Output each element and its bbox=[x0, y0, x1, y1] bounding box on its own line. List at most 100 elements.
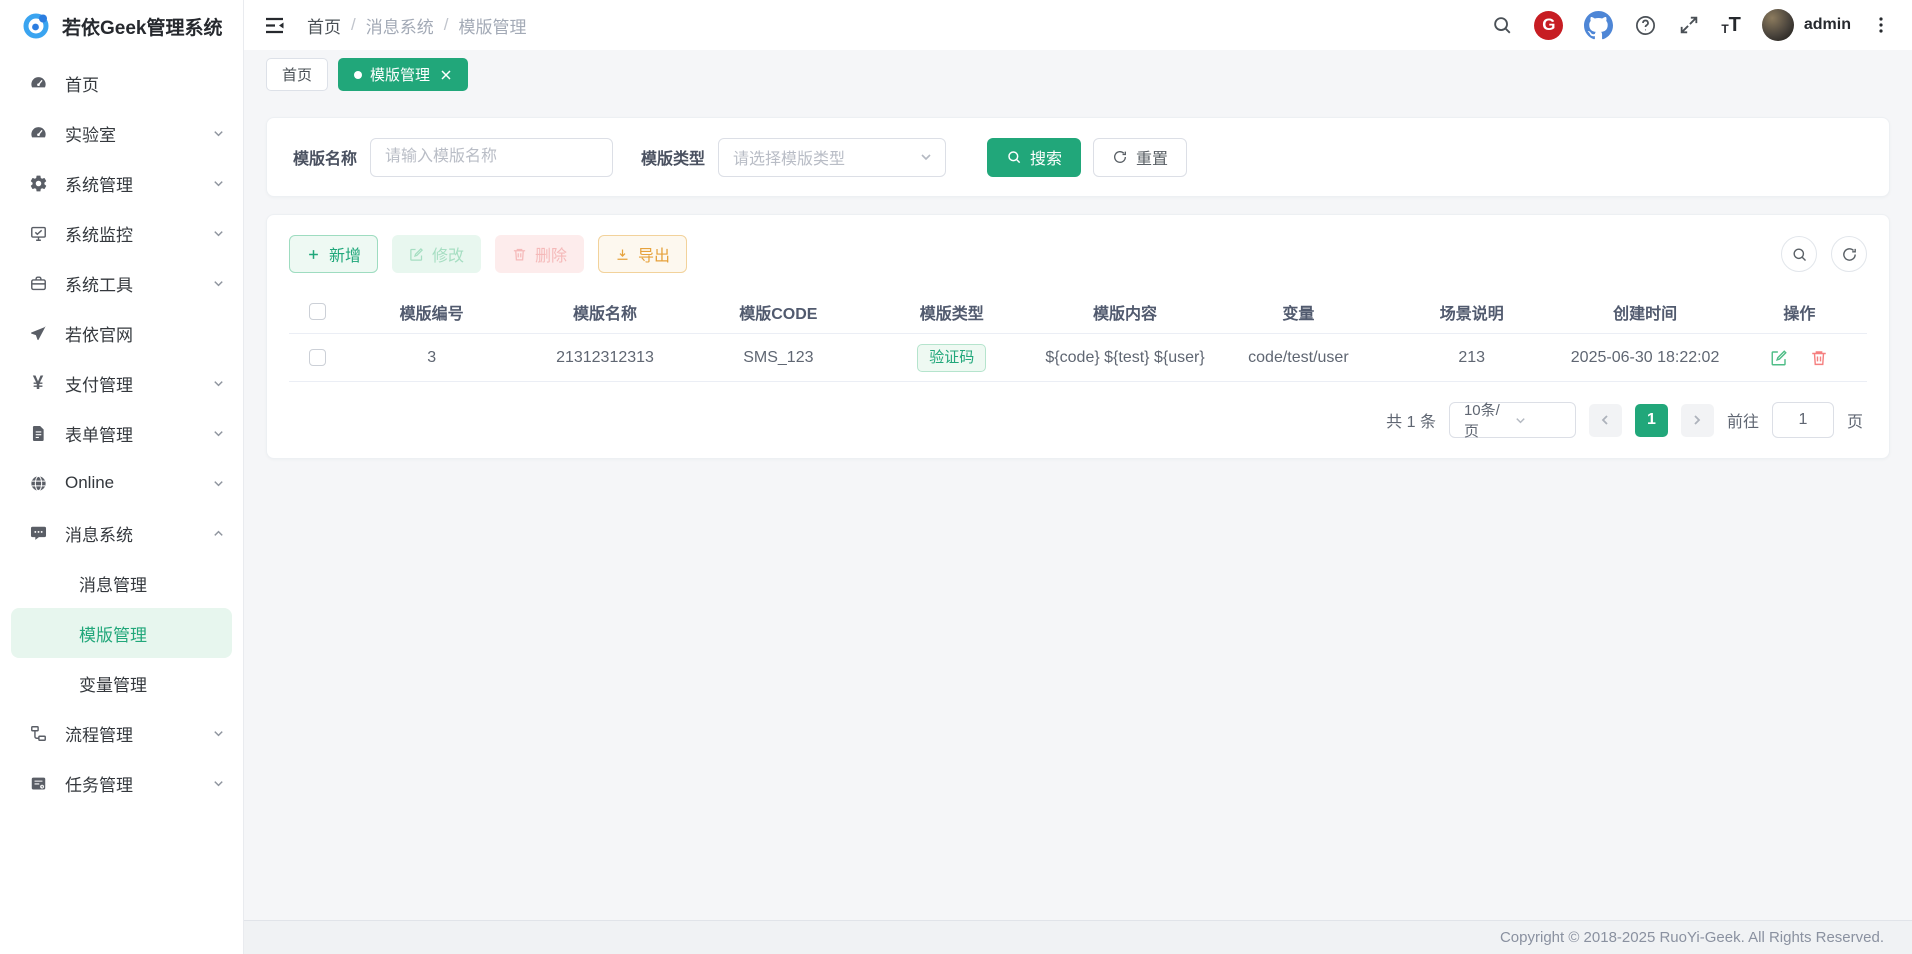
tag-home[interactable]: 首页 bbox=[266, 58, 328, 91]
page-size-select[interactable]: 10条/页 bbox=[1449, 402, 1576, 438]
sidebar-item-template-manage[interactable]: 模版管理 bbox=[11, 608, 232, 658]
table-toolbar: 新增 修改 删除 导出 bbox=[289, 235, 1867, 273]
sidebar-item-ruoyi-site[interactable]: 若依官网 bbox=[0, 308, 243, 358]
template-table: 模版编号 模版名称 模版CODE 模版类型 模版内容 变量 场景说明 创建时间 … bbox=[289, 290, 1867, 382]
sidebar-collapse-icon[interactable] bbox=[264, 15, 285, 36]
paper-plane-icon bbox=[28, 323, 48, 343]
logo-icon bbox=[22, 12, 50, 40]
gear-icon bbox=[28, 173, 48, 193]
next-page-button[interactable] bbox=[1681, 404, 1714, 437]
search-form-card: 模版名称 模版类型 请选择模版类型 搜索 bbox=[266, 117, 1890, 197]
footer: Copyright © 2018-2025 RuoYi-Geek. All Ri… bbox=[244, 920, 1912, 954]
username: admin bbox=[1804, 16, 1851, 34]
goto-label: 前往 bbox=[1727, 408, 1759, 432]
refresh-table-button[interactable] bbox=[1831, 236, 1867, 272]
modify-button[interactable]: 修改 bbox=[392, 235, 481, 273]
flow-icon bbox=[28, 723, 48, 743]
more-icon[interactable] bbox=[1872, 16, 1890, 34]
row-delete-icon[interactable] bbox=[1810, 349, 1828, 367]
workspace: 首页 模版管理 模版名称 模版类型 bbox=[244, 50, 1912, 920]
sidebar-item-message-system[interactable]: 消息系统 bbox=[0, 508, 243, 558]
copyright-text: Copyright © 2018-2025 RuoYi-Geek. All Ri… bbox=[1500, 929, 1884, 946]
reset-button[interactable]: 重置 bbox=[1093, 138, 1187, 177]
pagination: 共 1 条 10条/页 1 前往 页 bbox=[289, 382, 1867, 458]
avatar[interactable] bbox=[1762, 9, 1794, 41]
main-area: 首页 / 消息系统 / 模版管理 G bbox=[244, 0, 1912, 954]
sidebar-item-task-manage[interactable]: 任务管理 bbox=[0, 758, 243, 808]
sidebar-item-message-manage[interactable]: 消息管理 bbox=[0, 558, 243, 608]
breadcrumb-home[interactable]: 首页 bbox=[307, 13, 341, 38]
gauge-icon bbox=[28, 123, 48, 143]
search-button[interactable]: 搜索 bbox=[987, 138, 1081, 177]
template-type-select[interactable]: 请选择模版类型 bbox=[718, 138, 946, 177]
user-menu[interactable]: admin bbox=[1762, 9, 1851, 41]
chevron-down-icon bbox=[212, 277, 225, 290]
trash-icon bbox=[512, 247, 527, 262]
add-button[interactable]: 新增 bbox=[289, 235, 378, 273]
sidebar-item-lab[interactable]: 实验室 bbox=[0, 108, 243, 158]
app-logo[interactable]: 若依Geek管理系统 bbox=[0, 0, 243, 52]
select-all-checkbox[interactable] bbox=[309, 303, 326, 320]
breadcrumb-template-manage: 模版管理 bbox=[458, 13, 526, 38]
show-search-button[interactable] bbox=[1781, 236, 1817, 272]
delete-button[interactable]: 删除 bbox=[495, 235, 584, 273]
template-name-input[interactable] bbox=[370, 138, 613, 177]
prev-page-button[interactable] bbox=[1589, 404, 1622, 437]
goto-page-input[interactable] bbox=[1772, 402, 1834, 438]
sidebar-item-system-monitor[interactable]: 系统监控 bbox=[0, 208, 243, 258]
current-page-button[interactable]: 1 bbox=[1635, 404, 1668, 437]
fullscreen-icon[interactable] bbox=[1678, 14, 1700, 36]
refresh-icon bbox=[1112, 149, 1128, 165]
edit-icon bbox=[409, 247, 424, 262]
sidebar-item-variable-manage[interactable]: 变量管理 bbox=[0, 658, 243, 708]
breadcrumb: 首页 / 消息系统 / 模版管理 bbox=[307, 13, 526, 38]
sidebar-item-flow-manage[interactable]: 流程管理 bbox=[0, 708, 243, 758]
table-header-row: 模版编号 模版名称 模版CODE 模版类型 模版内容 变量 场景说明 创建时间 … bbox=[289, 290, 1867, 334]
chevron-down-icon bbox=[919, 150, 933, 164]
cell-created-at: 2025-06-30 18:22:02 bbox=[1558, 349, 1731, 367]
tags-view: 首页 模版管理 bbox=[266, 58, 1890, 91]
table-row: 3 21312312313 SMS_123 验证码 ${code} ${test… bbox=[289, 334, 1867, 382]
template-type-badge: 验证码 bbox=[917, 344, 986, 372]
gitee-icon[interactable]: G bbox=[1534, 11, 1563, 40]
chevron-down-icon bbox=[212, 227, 225, 240]
sidebar-menu: 首页 实验室 系统管理 系统监控 系统工具 bbox=[0, 52, 243, 808]
chevron-down-icon bbox=[212, 177, 225, 190]
row-checkbox[interactable] bbox=[309, 349, 326, 366]
sidebar-item-home[interactable]: 首页 bbox=[0, 58, 243, 108]
table-card: 新增 修改 删除 导出 bbox=[266, 214, 1890, 459]
page-unit-label: 页 bbox=[1847, 408, 1863, 432]
chevron-down-icon bbox=[1514, 414, 1565, 427]
search-icon[interactable] bbox=[1491, 14, 1513, 36]
sidebar-item-system-admin[interactable]: 系统管理 bbox=[0, 158, 243, 208]
active-dot bbox=[354, 71, 362, 79]
chevron-down-icon bbox=[212, 427, 225, 440]
download-icon bbox=[615, 247, 630, 262]
help-icon[interactable] bbox=[1634, 14, 1657, 37]
close-icon[interactable] bbox=[440, 69, 452, 81]
sidebar-item-forms[interactable]: 表单管理 bbox=[0, 408, 243, 458]
chevron-down-icon bbox=[212, 477, 225, 490]
row-edit-icon[interactable] bbox=[1770, 349, 1788, 367]
chevron-down-icon bbox=[212, 377, 225, 390]
font-size-icon[interactable]: TT bbox=[1721, 15, 1741, 35]
col-header: 模版编号 bbox=[345, 300, 518, 324]
col-header: 创建时间 bbox=[1558, 300, 1731, 324]
globe-icon bbox=[28, 473, 48, 493]
sidebar-item-system-tools[interactable]: 系统工具 bbox=[0, 258, 243, 308]
dashboard-icon bbox=[28, 73, 48, 93]
sidebar-item-payment[interactable]: ¥ 支付管理 bbox=[0, 358, 243, 408]
github-icon[interactable] bbox=[1584, 11, 1613, 40]
template-name-label: 模版名称 bbox=[293, 145, 357, 169]
app-title: 若依Geek管理系统 bbox=[62, 13, 222, 40]
sidebar-item-online[interactable]: Online bbox=[0, 458, 243, 508]
tag-template-manage[interactable]: 模版管理 bbox=[338, 58, 468, 91]
yen-icon: ¥ bbox=[28, 373, 48, 393]
cell-scene: 213 bbox=[1385, 349, 1558, 367]
topbar-actions: G TT admin bbox=[1491, 9, 1890, 41]
breadcrumb-separator: / bbox=[351, 15, 356, 35]
monitor-icon bbox=[28, 223, 48, 243]
sidebar: 若依Geek管理系统 首页 实验室 系统管理 系统监控 bbox=[0, 0, 244, 954]
col-header: 模版名称 bbox=[518, 300, 691, 324]
export-button[interactable]: 导出 bbox=[598, 235, 687, 273]
